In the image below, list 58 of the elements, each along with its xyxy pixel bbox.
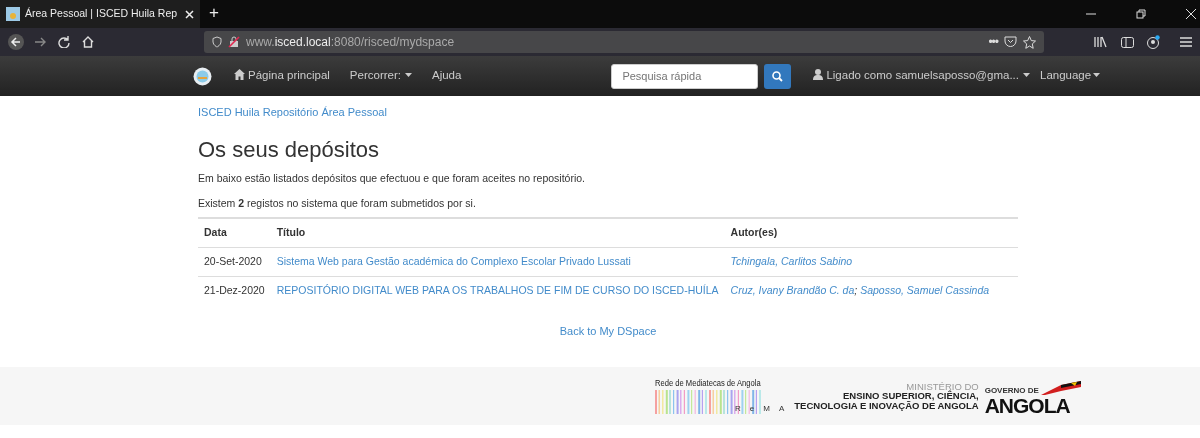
page-heading: Os seus depósitos (198, 136, 380, 163)
close-icon[interactable] (185, 9, 194, 19)
ministry-text: ENSINO SUPERIOR, CIÊNCIA, (843, 391, 979, 401)
breadcrumb-link[interactable]: ISCED Huila Repositório Área Pessoal (198, 106, 387, 118)
search-icon (772, 70, 784, 82)
caret-icon (1023, 73, 1030, 78)
home-icon (234, 69, 245, 81)
language-menu[interactable]: Language (1040, 67, 1101, 85)
rema-letter: R (735, 405, 741, 414)
reload-icon[interactable] (58, 36, 70, 48)
menu-icon[interactable] (1180, 37, 1192, 47)
angola-text: ANGOLA (984, 394, 1071, 416)
count-text: Existem 2 registos no sistema que foram submetidos por si. (198, 195, 477, 211)
star-icon[interactable] (1023, 35, 1036, 49)
forward-icon[interactable] (34, 36, 46, 48)
intro-text: Em baixo estão listados depósitos que efectuou e que foram aceites no repositório. (198, 170, 586, 186)
author-link[interactable]: Tchingala, Carlitos Sabino (730, 255, 853, 268)
library-icon[interactable] (1094, 36, 1107, 48)
search-button[interactable] (764, 63, 792, 89)
sidebar-icon[interactable] (1121, 36, 1134, 48)
new-tab-button[interactable]: + (200, 0, 228, 28)
flag-icon (1040, 380, 1081, 395)
caret-icon (1093, 73, 1101, 78)
title-link[interactable]: REPOSITÓRIO DIGITAL WEB PARA OS TRABALHOS DE FIM DE CURSO DO ISCED-HUÍLA (276, 283, 719, 296)
user-menu[interactable]: Ligado como samuelsaposso@gma... (813, 67, 1030, 85)
logo-icon[interactable] (193, 66, 212, 86)
home-icon[interactable] (82, 36, 94, 48)
column-header: Data (198, 218, 271, 248)
rema-letter: e (749, 405, 755, 414)
back-link[interactable]: Back to My DSpace (559, 324, 657, 337)
column-header: Autor(es) (724, 218, 1018, 248)
title-link[interactable]: Sistema Web para Gestão académica do Complexo Escolar Privado Lussati (276, 255, 631, 268)
nav-link[interactable]: Página principal (234, 67, 330, 85)
nav-link[interactable]: Percorrer: (349, 67, 412, 85)
restore-icon[interactable] (1136, 9, 1146, 19)
site-icon (6, 7, 20, 21)
separator-text: ; (854, 283, 859, 296)
rema-letter: A (778, 405, 785, 414)
more-icon[interactable]: ••• (988, 33, 998, 51)
insecure-lock-icon (228, 36, 240, 48)
author-link[interactable]: Saposso, Samuel Cassinda (860, 283, 990, 296)
account-icon[interactable] (1146, 35, 1160, 49)
column-header: Título (270, 218, 725, 248)
ministry-text: TECNOLOGIA E INOVAÇÃO DE ANGOLA (794, 400, 979, 411)
pocket-icon[interactable] (1004, 36, 1017, 48)
caret-icon (404, 73, 412, 78)
address-bar[interactable]: www.isced.local:8080/risced/mydspace ••• (204, 31, 1044, 53)
nav-link[interactable]: Ajuda (431, 67, 462, 85)
rema-letter: M (763, 405, 770, 414)
date-cell: 21-Dez-2020 (198, 276, 271, 305)
back-icon[interactable] (8, 34, 24, 50)
rema-title: Rede de Mediatecas de Angola (655, 378, 761, 388)
search-field[interactable]: Pesquisa rápida (611, 63, 759, 89)
date-cell: 20-Set-2020 (198, 247, 271, 277)
close-icon[interactable] (1186, 9, 1196, 19)
user-icon (813, 69, 824, 81)
government-text: GOVERNO DE (984, 386, 1039, 395)
shield-icon (212, 36, 222, 48)
